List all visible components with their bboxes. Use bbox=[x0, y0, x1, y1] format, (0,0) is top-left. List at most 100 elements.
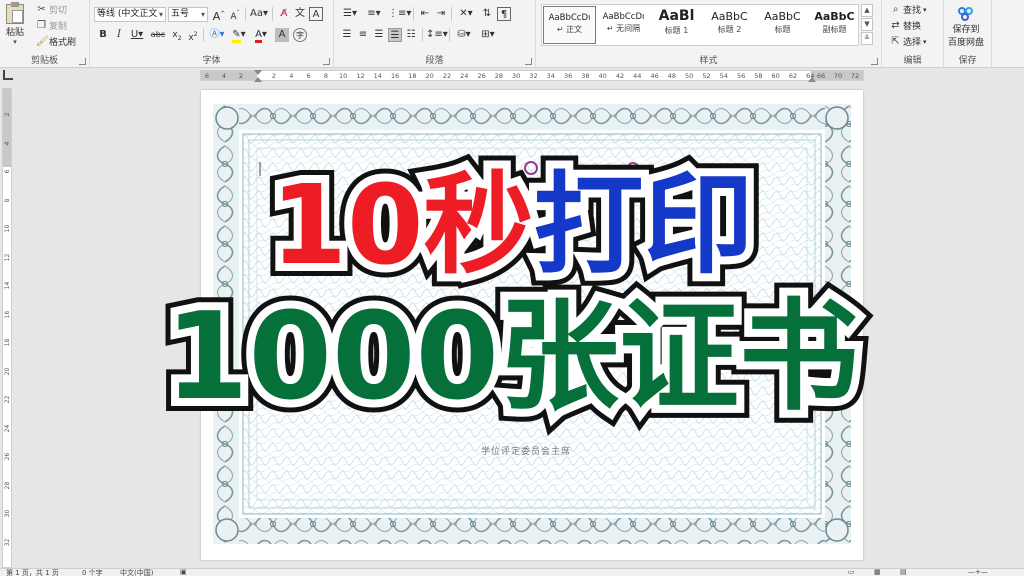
ruler-tick-label: 2 bbox=[271, 72, 277, 80]
distributed-button[interactable]: ☷ bbox=[404, 28, 418, 42]
ruler-tick-label: 24 bbox=[460, 72, 469, 80]
language-indicator[interactable]: 中文(中国) bbox=[120, 569, 153, 576]
phonetic-guide-button[interactable]: 文 bbox=[293, 7, 307, 21]
show-marks-button[interactable]: ¶ bbox=[497, 7, 511, 21]
borders-icon: ⊞▾ bbox=[481, 29, 495, 40]
format-painter-button[interactable]: 🖌 格式刷 bbox=[36, 35, 76, 48]
ruler-tick-label: 66 bbox=[816, 72, 826, 80]
bold-button[interactable]: B bbox=[96, 28, 110, 42]
style-normal[interactable]: AaBbCcDı ↵ 正文 bbox=[543, 6, 596, 44]
read-mode-icon[interactable]: ▭ bbox=[848, 569, 855, 576]
select-button[interactable]: ⇱ 选择 ▾ bbox=[890, 35, 927, 48]
style-name: ↵ 无间隔 bbox=[606, 24, 641, 33]
print-layout-icon[interactable]: ▦ bbox=[874, 569, 881, 576]
style-heading-1[interactable]: AaBl 标题 1 bbox=[650, 6, 703, 44]
ruler-tick-label: 12 bbox=[356, 72, 365, 80]
dialog-launcher-icon[interactable] bbox=[525, 58, 532, 65]
find-label: 查找 bbox=[903, 6, 922, 16]
gallery-scroll-up-button[interactable]: ▲ bbox=[861, 4, 873, 17]
highlighter-icon: ✎ bbox=[232, 29, 241, 43]
save-label-line2: 百度网盘 bbox=[948, 38, 985, 48]
enclose-characters-button[interactable]: 字 bbox=[293, 28, 307, 42]
find-button[interactable]: ⌕ 查找 ▾ bbox=[890, 3, 927, 16]
decrease-indent-button[interactable]: ⇤ bbox=[418, 7, 432, 21]
brush-icon: 🖌 bbox=[36, 36, 49, 47]
save-group-label: 保存 bbox=[958, 56, 977, 66]
vruler-tick-label: 28 bbox=[4, 481, 11, 489]
font-color-button[interactable]: A▾ bbox=[251, 28, 271, 43]
font-size-combo[interactable]: 五号 ▾ bbox=[168, 7, 208, 22]
web-layout-icon[interactable]: ▤ bbox=[900, 569, 907, 576]
macro-icon[interactable]: ▣ bbox=[180, 569, 187, 576]
numbering-button[interactable]: ≡▾ bbox=[364, 7, 384, 21]
gallery-more-button[interactable]: ≚ bbox=[861, 32, 873, 45]
ruler-tick-label: 6 bbox=[204, 72, 210, 80]
copy-label: 复制 bbox=[49, 22, 68, 32]
ruler-tick-label: 52 bbox=[702, 72, 711, 80]
dialog-launcher-icon[interactable] bbox=[871, 58, 878, 65]
chevron-down-icon: ▾ bbox=[923, 37, 927, 46]
font-name-combo[interactable]: 等线 (中文正文 ▾ bbox=[94, 7, 166, 22]
ruler-tick-label: 50 bbox=[685, 72, 694, 80]
font-group-label: 字体 bbox=[202, 56, 221, 66]
save-label-line1: 保存到 bbox=[952, 25, 980, 35]
highlight-button[interactable]: ✎▾ bbox=[229, 28, 249, 43]
align-center-button[interactable]: ≡ bbox=[356, 28, 370, 42]
shading-button[interactable]: ⛁▾ bbox=[454, 28, 474, 42]
align-right-button[interactable]: ☰ bbox=[372, 28, 386, 42]
clear-formatting-button[interactable]: A̸ bbox=[277, 7, 291, 21]
cursor-icon: ⇱ bbox=[891, 36, 900, 47]
copy-button[interactable]: ❐ 复制 bbox=[36, 19, 67, 32]
superscript-button[interactable]: x2 bbox=[186, 28, 200, 43]
indent-marker-icon[interactable] bbox=[808, 77, 816, 82]
style-subtitle[interactable]: AaBbC 副标题 bbox=[808, 6, 861, 44]
align-left-button[interactable]: ☰ bbox=[340, 28, 354, 42]
save-group: 保存到 百度网盘 保存 bbox=[944, 0, 992, 68]
tab-selector-icon[interactable] bbox=[3, 70, 13, 80]
vruler-tick-label: 32 bbox=[4, 538, 11, 546]
text-effects-button[interactable]: Ⓐ▾ bbox=[207, 28, 227, 42]
cut-label: 剪切 bbox=[49, 6, 68, 16]
line-spacing-button[interactable]: ↕≡▾ bbox=[426, 28, 448, 42]
page-count[interactable]: 第 1 页，共 1 页 bbox=[6, 569, 59, 576]
cut-button[interactable]: ✂ 剪切 bbox=[36, 3, 67, 16]
style-sample: AaBbCcDı bbox=[548, 13, 591, 23]
dialog-launcher-icon[interactable] bbox=[79, 58, 86, 65]
subscript-button[interactable]: x2 bbox=[170, 28, 184, 42]
character-shading-button[interactable]: A bbox=[275, 28, 289, 42]
multilevel-list-button[interactable]: ⋮≡▾ bbox=[388, 7, 411, 21]
indent-marker-icon[interactable] bbox=[254, 77, 262, 82]
ruler-tick-label: 2 bbox=[238, 72, 244, 80]
justify-button[interactable]: ☰ bbox=[388, 28, 402, 42]
bullets-button[interactable]: ☰▾ bbox=[340, 7, 360, 21]
style-sample: AaBbC bbox=[711, 10, 748, 23]
ruler-tick-label: 28 bbox=[494, 72, 504, 80]
chevron-down-icon: ▾ bbox=[13, 38, 17, 46]
zoom-slider-icon[interactable]: —+— bbox=[968, 569, 988, 576]
save-to-baidu-button[interactable]: 保存到 百度网盘 bbox=[948, 4, 984, 48]
replace-button[interactable]: ⇄ 替换 bbox=[890, 19, 921, 32]
borders-button[interactable]: ⊞▾ bbox=[478, 28, 498, 42]
subscript-icon: x2 bbox=[172, 30, 182, 42]
change-case-button[interactable]: Aa▾ bbox=[249, 7, 269, 21]
shrink-font-button[interactable]: Aˇ bbox=[228, 7, 242, 22]
italic-button[interactable]: I bbox=[112, 28, 126, 42]
style-heading-2[interactable]: AaBbC 标题 2 bbox=[703, 6, 756, 44]
underline-button[interactable]: U▾ bbox=[128, 28, 146, 42]
indent-marker-icon[interactable] bbox=[254, 70, 262, 75]
strikethrough-button[interactable]: abc bbox=[150, 28, 166, 42]
style-title[interactable]: AaBbC 标题 bbox=[756, 6, 809, 44]
replace-icon: ⇄ bbox=[891, 20, 900, 31]
character-border-button[interactable]: A bbox=[309, 7, 323, 21]
clear-format-icon: A̸ bbox=[280, 8, 288, 19]
word-count[interactable]: 0 个字 bbox=[82, 569, 103, 576]
chinese-layout-button[interactable]: ✕▾ bbox=[456, 7, 476, 21]
style-no-spacing[interactable]: AaBbCcDı ↵ 无间隔 bbox=[597, 6, 650, 44]
gallery-scroll-down-button[interactable]: ▼ bbox=[861, 18, 873, 31]
paste-button[interactable]: 粘贴 ▾ bbox=[6, 2, 24, 46]
grow-font-button[interactable]: A^ bbox=[212, 7, 226, 23]
increase-indent-button[interactable]: ⇥ bbox=[434, 7, 448, 21]
horizontal-ruler[interactable]: 6 4 2 2 4 6 8 10 12 14 16 18 20 22 24 26 28 30 32 34 36 38 40 4… bbox=[0, 68, 1024, 82]
dialog-launcher-icon[interactable] bbox=[323, 58, 330, 65]
sort-button[interactable]: ⇅ bbox=[480, 7, 494, 21]
